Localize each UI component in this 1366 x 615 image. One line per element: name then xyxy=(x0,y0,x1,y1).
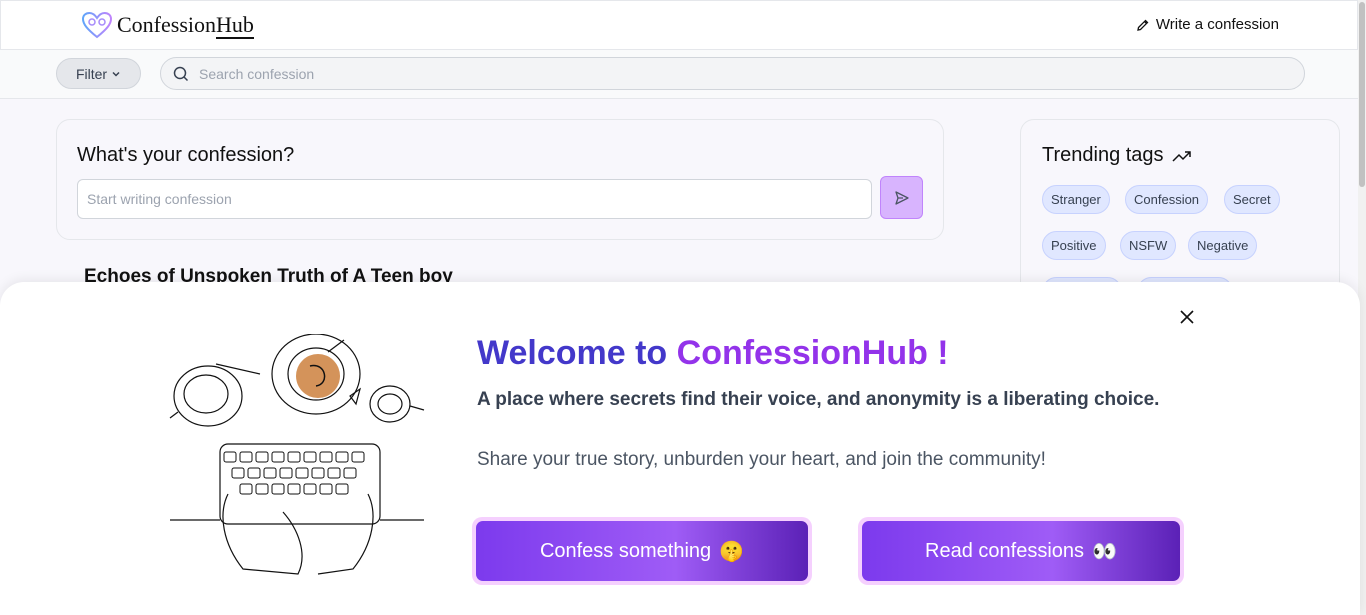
read-button-wrap: Read confessions 👀 xyxy=(858,517,1184,585)
logo[interactable]: ConfessionHub xyxy=(81,11,254,39)
send-icon xyxy=(894,190,909,205)
close-icon[interactable] xyxy=(1177,307,1197,327)
send-button[interactable] xyxy=(880,176,923,219)
shushing-face-icon: 🤫 xyxy=(719,539,745,563)
confess-something-button[interactable]: Confess something 🤫 xyxy=(476,521,808,581)
tag-secret[interactable]: Secret xyxy=(1224,185,1280,214)
trending-title: Trending tags xyxy=(1042,144,1192,167)
compose-title: What's your confession? xyxy=(77,144,295,166)
tag-nsfw[interactable]: NSFW xyxy=(1120,231,1177,260)
write-confession-link[interactable]: Write a confession xyxy=(1136,16,1279,33)
tag-stranger[interactable]: Stranger xyxy=(1042,185,1110,214)
search-input[interactable] xyxy=(199,65,1199,82)
confess-button-wrap: Confess something 🤫 xyxy=(472,517,812,585)
welcome-subline: Share your true story, unburden your hea… xyxy=(477,449,1046,470)
tag-confession[interactable]: Confession xyxy=(1125,185,1209,214)
chevron-down-icon xyxy=(112,71,120,77)
confession-input[interactable] xyxy=(77,179,872,219)
read-confessions-button[interactable]: Read confessions 👀 xyxy=(862,521,1180,581)
welcome-heading: Welcome to ConfessionHub ! xyxy=(477,334,949,372)
eyes-icon: 👀 xyxy=(1092,539,1117,563)
tag-negative[interactable]: Negative xyxy=(1188,231,1258,260)
tag-positive[interactable]: Positive xyxy=(1042,231,1106,260)
welcome-tagline: A place where secrets find their voice, … xyxy=(477,389,1160,410)
compose-card: What's your confession? xyxy=(56,119,944,240)
pencil-icon xyxy=(1137,19,1149,31)
scrollbar-thumb[interactable] xyxy=(1359,2,1365,187)
welcome-modal: Welcome to ConfessionHub ! A place where… xyxy=(0,282,1360,615)
trending-up-icon xyxy=(1172,150,1191,162)
search-box[interactable] xyxy=(160,57,1305,90)
search-icon xyxy=(173,66,189,81)
logo-text: ConfessionHub xyxy=(117,12,254,39)
filter-label: Filter xyxy=(75,65,108,82)
search-toolbar: Filter xyxy=(0,50,1358,99)
write-confession-label: Write a confession xyxy=(1155,16,1279,33)
top-nav: ConfessionHub Write a confession xyxy=(0,0,1358,50)
filter-button[interactable]: Filter xyxy=(56,58,141,89)
heart-logo-icon xyxy=(81,11,113,39)
typing-illustration xyxy=(169,334,425,575)
